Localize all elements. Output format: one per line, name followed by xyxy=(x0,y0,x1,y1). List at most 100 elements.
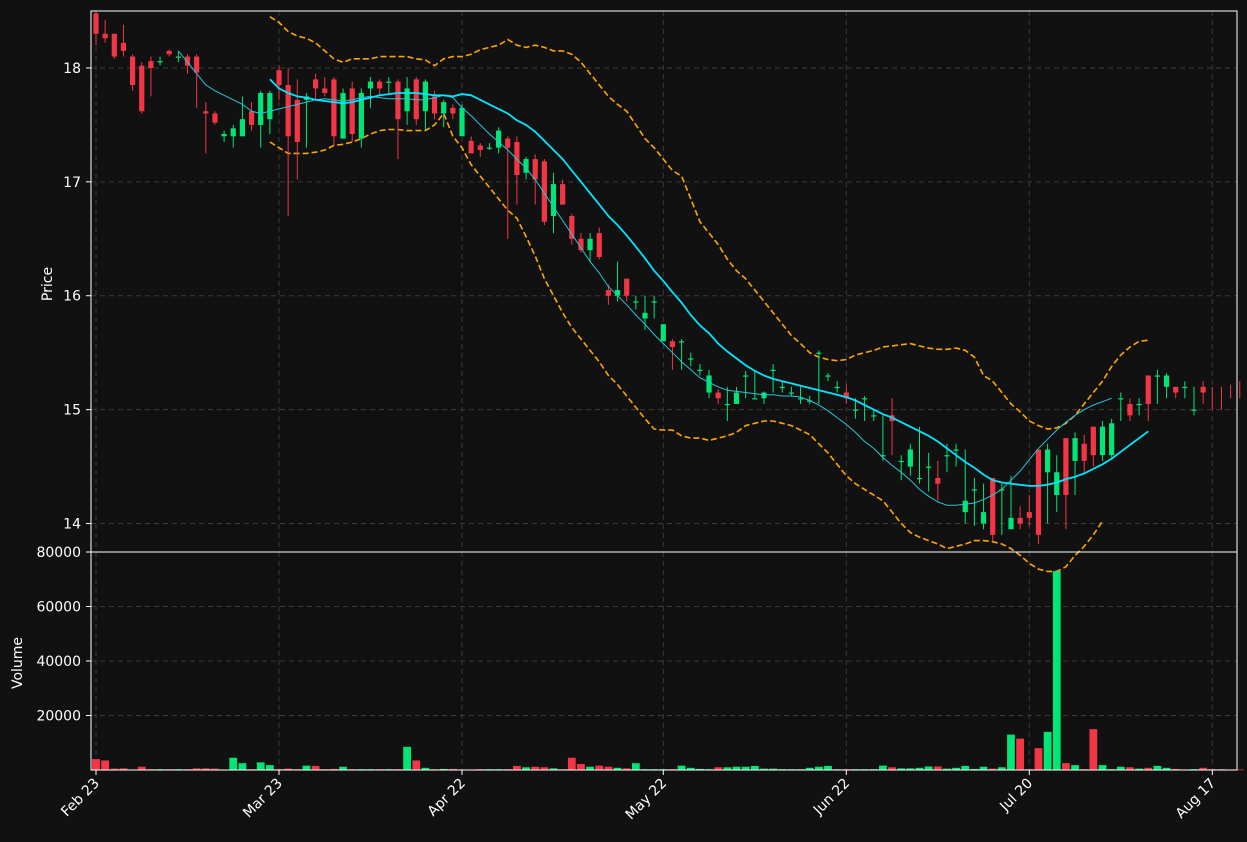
volume-bar xyxy=(403,746,411,770)
candle-body xyxy=(926,466,932,468)
volume-tick-label: 40000 xyxy=(36,654,81,670)
volume-bar xyxy=(265,765,274,770)
volume-bar xyxy=(961,765,970,770)
candle-body xyxy=(660,324,666,342)
candle-body xyxy=(313,79,319,89)
candle-body xyxy=(322,88,328,94)
volume-bar xyxy=(631,763,640,770)
candle xyxy=(139,62,145,114)
candle-body xyxy=(944,455,950,457)
candle-body xyxy=(230,128,236,137)
candle-body xyxy=(221,134,227,137)
candle-body xyxy=(194,56,200,73)
price-tick-label: 16 xyxy=(63,289,81,305)
volume-bar xyxy=(567,757,576,770)
candle-body xyxy=(1026,512,1032,518)
volume-bar xyxy=(101,760,110,770)
volume-bar xyxy=(1071,765,1079,770)
volume-bar xyxy=(577,764,585,770)
candle-body xyxy=(862,398,868,400)
candle xyxy=(413,77,419,125)
candle-body xyxy=(111,33,117,57)
candle-body xyxy=(148,61,154,68)
candle-body xyxy=(935,477,941,484)
candle-body xyxy=(852,409,859,411)
candle-body xyxy=(175,56,181,58)
volume-axis-label: Volume xyxy=(10,637,26,689)
candle-body xyxy=(1090,426,1096,456)
volume-bar xyxy=(750,765,759,770)
candle-body xyxy=(1035,449,1042,535)
candle-body xyxy=(743,375,749,377)
candle-body xyxy=(1173,386,1179,393)
volume-bar xyxy=(513,765,521,770)
candle-body xyxy=(1063,438,1069,496)
candle-body xyxy=(1182,386,1188,389)
candle xyxy=(660,324,666,342)
volume-bar xyxy=(1153,765,1162,770)
candle-body xyxy=(505,138,511,148)
volume-bar xyxy=(1089,729,1098,770)
candle xyxy=(349,81,355,142)
candle-body xyxy=(587,238,593,251)
candle-body xyxy=(907,449,913,467)
volume-bar xyxy=(1034,748,1043,770)
candle xyxy=(331,77,337,146)
candle-body xyxy=(596,233,602,258)
candle-body xyxy=(1109,423,1115,456)
candle-body xyxy=(1099,426,1106,456)
candle-body xyxy=(157,61,163,63)
candle-body xyxy=(459,107,465,137)
volume-bar xyxy=(1062,763,1070,770)
price-tick-label: 14 xyxy=(63,517,81,533)
candle-body xyxy=(248,111,255,125)
candle-body xyxy=(733,392,740,404)
candle-body xyxy=(816,352,822,354)
candle xyxy=(111,33,117,59)
candle-body xyxy=(294,99,300,142)
candle-body xyxy=(1118,398,1124,400)
candle-body xyxy=(560,184,566,205)
volume-bar xyxy=(229,757,238,770)
price-tick-label: 15 xyxy=(63,403,81,419)
candle-body xyxy=(422,81,428,112)
candle-body xyxy=(550,184,557,217)
volume-tick-label: 60000 xyxy=(36,600,81,616)
candle-body xyxy=(962,500,968,513)
candle-body xyxy=(990,477,996,535)
candle-body xyxy=(532,159,538,180)
candle-body xyxy=(1127,403,1133,416)
candle-body xyxy=(541,161,547,222)
candle-body xyxy=(139,65,145,112)
candle-body xyxy=(239,119,245,137)
candle-body xyxy=(120,42,127,51)
candle-body xyxy=(1136,403,1142,406)
volume-bar xyxy=(1052,571,1061,770)
candle-body xyxy=(971,489,977,491)
candle-body xyxy=(953,449,959,451)
candle-body xyxy=(395,81,401,120)
candle-body xyxy=(1045,449,1051,473)
volume-bar xyxy=(924,766,933,770)
candle-body xyxy=(624,278,630,296)
candle-body xyxy=(642,312,648,319)
stock-chart: 141516171820000400006000080000Feb 23 Mar … xyxy=(0,0,1247,842)
volume-bar xyxy=(933,766,942,770)
candle xyxy=(340,88,346,139)
candle-body xyxy=(706,375,712,393)
candle-body xyxy=(724,403,730,406)
candle-body xyxy=(267,93,273,120)
candle-body xyxy=(651,301,657,303)
volume-bar xyxy=(1098,765,1107,770)
candle-body xyxy=(468,140,474,154)
candle-body xyxy=(441,102,447,114)
volume-tick-label: 80000 xyxy=(36,545,81,561)
candle-body xyxy=(404,88,410,112)
candle-body xyxy=(331,79,337,137)
candle-body xyxy=(669,341,676,347)
candle-body xyxy=(761,392,767,399)
price-tick-label: 18 xyxy=(63,61,81,77)
candle-body xyxy=(1191,409,1197,411)
candle-body xyxy=(770,369,776,371)
candle-body xyxy=(166,50,172,55)
